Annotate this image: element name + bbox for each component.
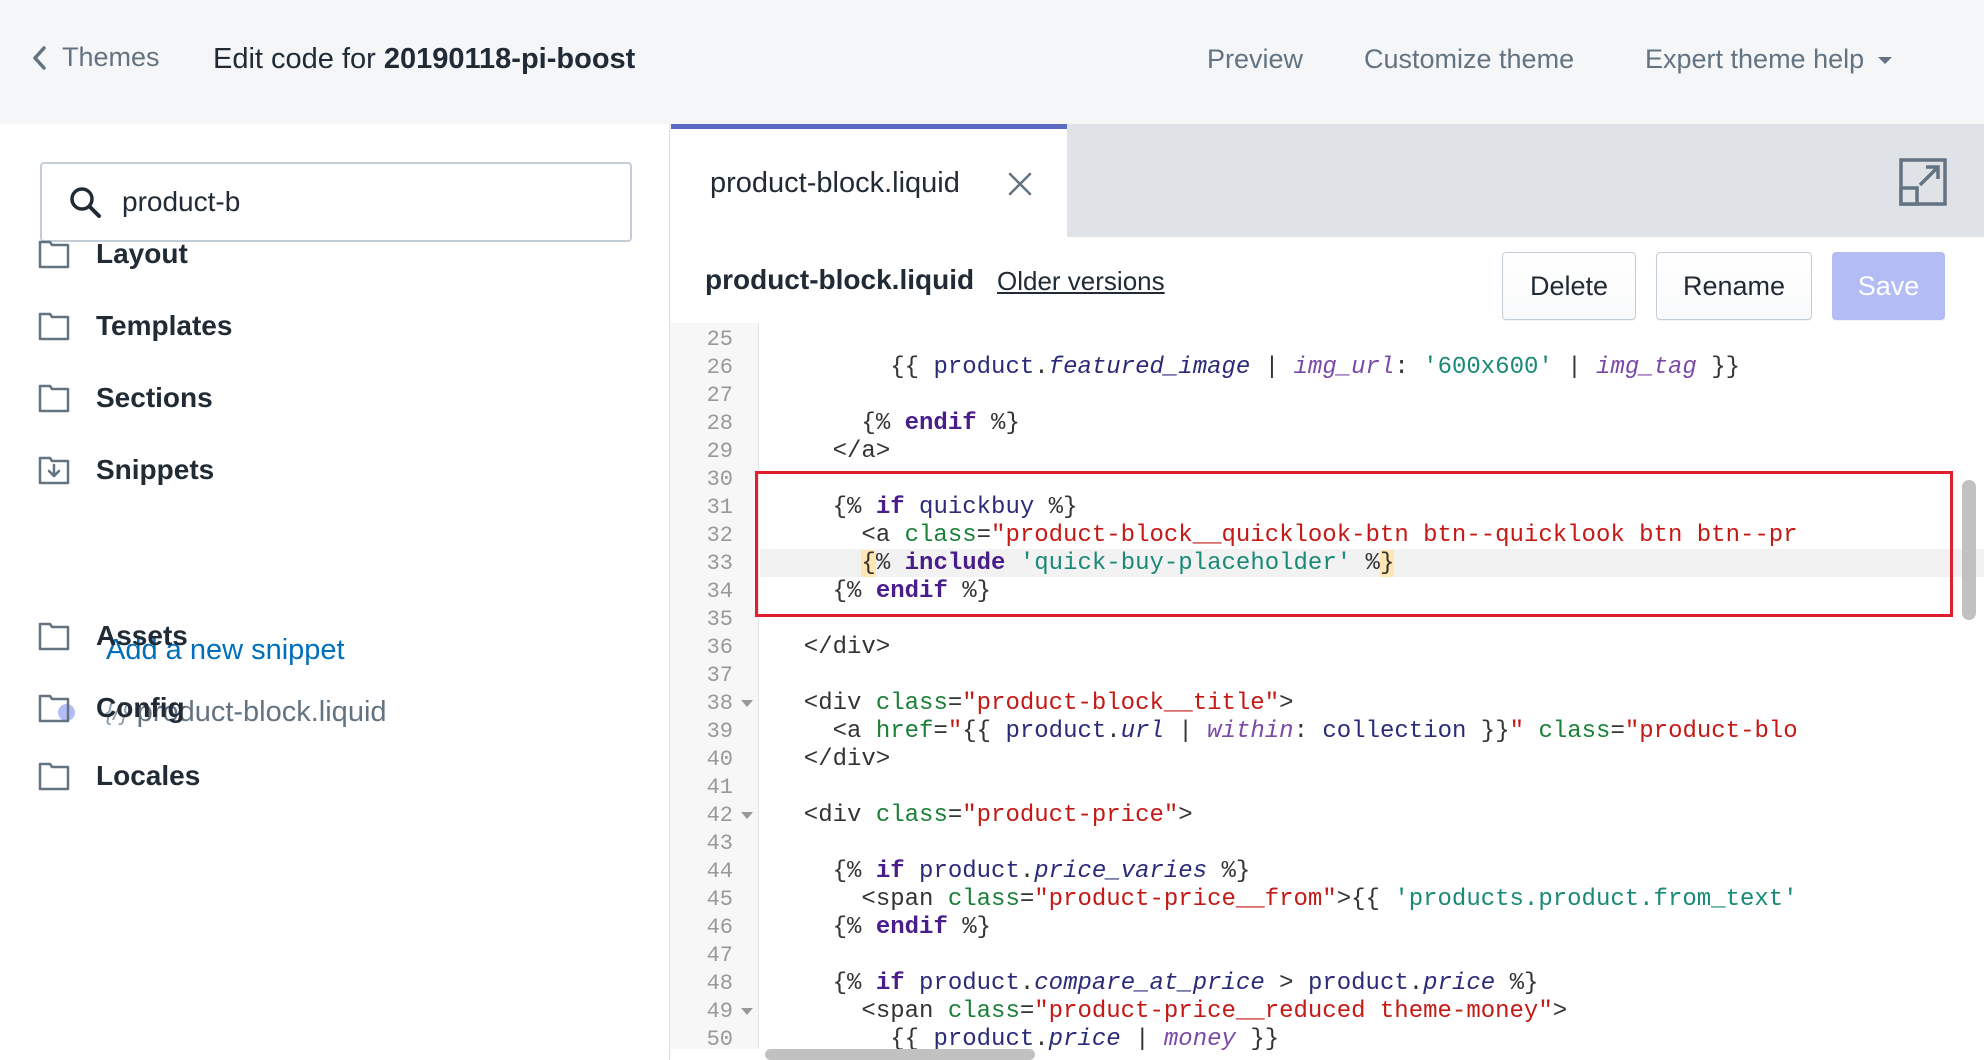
file-search[interactable] (40, 162, 632, 242)
fold-arrow-icon[interactable] (741, 812, 753, 819)
code-line: {% endif %} (775, 578, 992, 605)
line-number: 39 (706, 719, 733, 744)
folder-icon (38, 622, 70, 651)
line-number: 38 (706, 691, 733, 716)
line-number: 43 (706, 831, 733, 856)
line-number: 31 (706, 495, 733, 520)
code-line: </a> (775, 438, 891, 465)
folder-icon (38, 384, 70, 413)
customize-theme-link[interactable]: Customize theme (1364, 44, 1574, 75)
folder-snippets[interactable]: Snippets (38, 454, 214, 486)
rename-button[interactable]: Rename (1656, 252, 1812, 320)
vertical-scrollbar[interactable] (1962, 480, 1976, 620)
top-actions: Preview Customize theme Expert theme hel… (0, 44, 1984, 84)
folder-label: Assets (96, 620, 188, 651)
code-line: {% endif %} (775, 410, 1020, 437)
code-editor[interactable]: 25 26 {{ product.featured_image | img_ur… (671, 323, 1984, 1060)
tab-label: product-block.liquid (710, 167, 960, 199)
folder-label: Sections (96, 382, 213, 413)
file-header-name: product-block.liquid (705, 264, 975, 295)
line-number: 46 (706, 915, 733, 940)
expert-theme-help-menu[interactable]: Expert theme help (1645, 44, 1893, 75)
line-number: 30 (706, 467, 733, 492)
code-line: </div> (775, 746, 891, 773)
folder-icon (38, 694, 70, 723)
folder-label: Snippets (96, 454, 215, 485)
close-icon[interactable] (1007, 171, 1033, 197)
code-line: {% if quickbuy %} (775, 494, 1078, 521)
folder-icon (38, 312, 70, 341)
code-line: <div class="product-price"> (775, 802, 1193, 829)
folder-layout[interactable]: Layout (38, 238, 188, 270)
code-line: {{ product.featured_image | img_url: '60… (775, 354, 1741, 381)
line-number: 48 (706, 971, 733, 996)
delete-button[interactable]: Delete (1502, 252, 1636, 320)
code-line: <span class="product-price__from">{{ 'pr… (775, 886, 1798, 913)
line-number: 44 (706, 859, 733, 884)
folder-assets[interactable]: Assets (38, 620, 188, 652)
folder-label: Locales (96, 760, 201, 791)
expand-icon[interactable] (1898, 157, 1948, 207)
code-line: </div> (775, 634, 891, 661)
top-bar: Themes Edit code for 20190118-pi-boost P… (0, 0, 1984, 124)
folder-locales[interactable]: Locales (38, 760, 200, 792)
code-line: {% endif %} (775, 914, 992, 941)
tab-bar: product-block.liquid (671, 124, 1984, 237)
line-number: 36 (706, 635, 733, 660)
line-number: 45 (706, 887, 733, 912)
folder-templates[interactable]: Templates (38, 310, 232, 342)
code-line: {% if product.price_varies %} (775, 858, 1251, 885)
file-sidebar: Layout Templates Sections Snippets Add a… (0, 124, 670, 1060)
search-input[interactable] (122, 186, 602, 218)
line-number: 37 (706, 663, 733, 688)
line-number: 49 (706, 999, 733, 1024)
folder-icon (38, 240, 70, 269)
folder-config[interactable]: Config (38, 692, 185, 724)
code-line: {% if product.compare_at_price > product… (775, 970, 1539, 997)
line-number: 50 (706, 1027, 733, 1052)
fold-arrow-icon[interactable] (741, 1008, 753, 1015)
line-number: 33 (706, 551, 733, 576)
folder-download-icon (38, 456, 70, 485)
fold-arrow-icon[interactable] (741, 700, 753, 707)
tab-product-block[interactable]: product-block.liquid (671, 124, 1067, 237)
line-number: 47 (706, 943, 733, 968)
line-number: 34 (706, 579, 733, 604)
expert-help-label: Expert theme help (1645, 44, 1865, 74)
code-line: <a class="product-block__quicklook-btn b… (775, 522, 1798, 549)
search-icon (70, 187, 101, 218)
code-line: <a href="{{ product.url | within: collec… (775, 718, 1798, 745)
line-number: 42 (706, 803, 733, 828)
horizontal-scrollbar[interactable] (765, 1049, 1035, 1060)
folder-label: Config (96, 692, 185, 723)
code-line: <div class="product-block__title"> (775, 690, 1294, 717)
line-number: 28 (706, 411, 733, 436)
older-versions-link[interactable]: Older versions (997, 266, 1165, 297)
line-number: 40 (706, 747, 733, 772)
preview-link[interactable]: Preview (1207, 44, 1303, 75)
code-line: <span class="product-price__reduced them… (775, 998, 1568, 1025)
line-number: 29 (706, 439, 733, 464)
line-number: 35 (706, 607, 733, 632)
caret-down-icon (1878, 57, 1893, 65)
folder-label: Layout (96, 238, 188, 269)
line-number: 25 (706, 327, 733, 352)
save-button[interactable]: Save (1832, 252, 1945, 320)
line-number: 27 (706, 383, 733, 408)
folder-label: Templates (96, 310, 233, 341)
folder-icon (38, 762, 70, 791)
line-number: 26 (706, 355, 733, 380)
folder-sections[interactable]: Sections (38, 382, 213, 414)
line-number: 32 (706, 523, 733, 548)
code-line: {% include 'quick-buy-placeholder' %} (861, 550, 1395, 577)
line-number: 41 (706, 775, 733, 800)
